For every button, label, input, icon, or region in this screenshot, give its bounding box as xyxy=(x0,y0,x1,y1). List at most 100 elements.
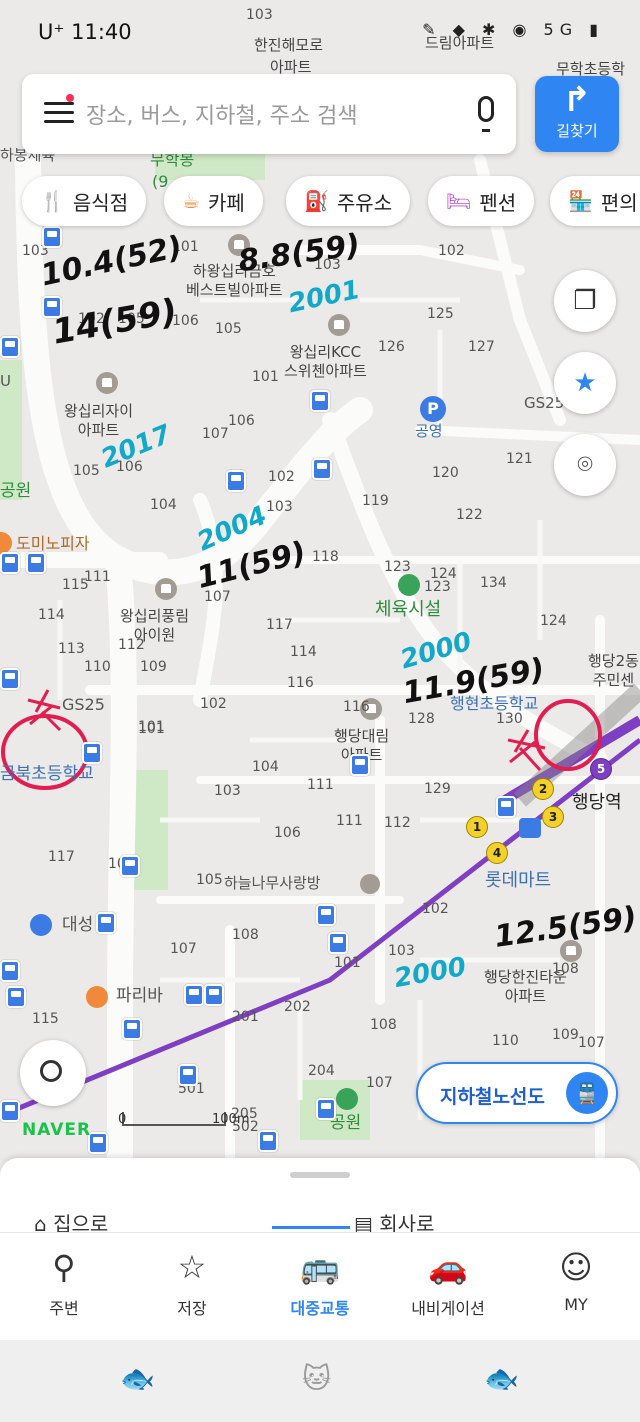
nav-navigation[interactable]: 🚗 내비게이션 xyxy=(384,1233,512,1341)
crosshair-icon xyxy=(40,1060,62,1082)
chip-convenience-store[interactable]: 🏪 편의 xyxy=(550,176,640,226)
building-label[interactable]: 왕십리KCC 스위첸아파트 xyxy=(284,343,367,381)
block-number: 109 xyxy=(552,1027,579,1043)
menu-icon[interactable] xyxy=(44,102,74,124)
bus-stop-icon[interactable] xyxy=(316,904,336,926)
block-number: 128 xyxy=(408,711,435,727)
place-marker-button[interactable]: ⌾ xyxy=(554,434,616,496)
place-label[interactable]: 체육시설 xyxy=(375,601,441,619)
favorites-button[interactable]: ★ xyxy=(554,352,616,414)
place-label[interactable]: U xyxy=(0,374,11,389)
chip-cafe[interactable]: ☕ 카페 xyxy=(164,176,263,226)
bus-stop-icon[interactable] xyxy=(0,960,20,982)
nav-saved[interactable]: ☆ 저장 xyxy=(128,1233,256,1341)
block-number: 107 xyxy=(170,941,197,957)
place-label[interactable]: 행당2동 주민센 xyxy=(588,652,639,690)
bus-stop-icon[interactable] xyxy=(0,668,20,690)
layers-button[interactable]: ❐ xyxy=(554,270,616,332)
subway-exit-3[interactable]: 3 xyxy=(542,806,564,828)
block-number: 134 xyxy=(480,575,507,591)
block-number: 111 xyxy=(307,777,334,793)
bus-stop-icon[interactable] xyxy=(6,986,26,1008)
bus-stop-icon[interactable] xyxy=(184,984,204,1006)
place-label[interactable]: 하늘나무사랑방 xyxy=(224,876,321,891)
bus-stop-icon[interactable] xyxy=(122,1018,142,1040)
fishbone-icon[interactable]: 🐟 xyxy=(484,1362,519,1395)
place-label[interactable]: 도미노피자 xyxy=(16,536,90,552)
nav-label: 주변 xyxy=(49,1299,79,1318)
bed-icon: 🛏 xyxy=(446,189,472,213)
place-label[interactable]: 금북초등학교 xyxy=(0,766,94,783)
nav-label: 대중교통 xyxy=(290,1299,350,1318)
nav-transit[interactable]: 🚌 대중교통 xyxy=(256,1233,384,1341)
building-label[interactable]: 왕십리자이 아파트 xyxy=(64,402,133,440)
cup-icon: ☕ xyxy=(182,189,200,213)
bus-stop-icon[interactable] xyxy=(120,855,140,877)
place-label[interactable]: 파리바 xyxy=(116,988,163,1005)
subway-exit-4[interactable]: 4 xyxy=(486,842,508,864)
community-icon xyxy=(360,874,380,894)
chip-pension[interactable]: 🛏 펜션 xyxy=(428,176,535,226)
place-label[interactable]: GS25 xyxy=(62,697,105,713)
bus-stop-icon[interactable] xyxy=(0,1100,20,1122)
place-label[interactable]: 공원 xyxy=(0,483,31,500)
chip-label: 음식점 xyxy=(72,190,129,215)
bus-stop-icon[interactable] xyxy=(312,458,332,480)
subway-line-5-badge[interactable]: 5 xyxy=(590,758,612,780)
sports-icon xyxy=(398,574,420,596)
bus-stop-icon[interactable] xyxy=(204,984,224,1006)
nav-nearby[interactable]: ⚲ 주변 xyxy=(0,1233,128,1341)
bus-stop-icon[interactable] xyxy=(310,390,330,412)
bus-stop-icon[interactable] xyxy=(178,1064,198,1086)
naver-logo: NAVER xyxy=(22,1120,92,1140)
current-location-button[interactable] xyxy=(20,1040,86,1106)
bus-stop-icon[interactable] xyxy=(328,932,348,954)
place-label[interactable]: 롯데마트 xyxy=(485,872,551,890)
chip-restaurant[interactable]: 🍴 음식점 xyxy=(22,176,147,226)
bakery-icon xyxy=(86,986,108,1008)
directions-button[interactable]: ↱ 길찾기 xyxy=(535,76,619,152)
microphone-icon[interactable] xyxy=(478,96,494,132)
turn-right-arrow-icon: ↱ xyxy=(562,80,592,120)
block-number: 126 xyxy=(378,339,405,355)
sheet-drag-handle[interactable] xyxy=(290,1172,350,1178)
bus-stop-icon[interactable] xyxy=(258,1130,278,1152)
nav-label: 저장 xyxy=(177,1299,207,1318)
bus-stop-icon[interactable] xyxy=(0,552,20,574)
subway-exit-2[interactable]: 2 xyxy=(532,778,554,800)
bus-stop-icon[interactable] xyxy=(496,796,516,818)
search-input[interactable]: 장소, 버스, 지하철, 주소 검색 xyxy=(86,98,358,130)
block-number: 102 xyxy=(422,901,449,917)
station-label[interactable]: 행당역 xyxy=(572,794,622,812)
place-icon xyxy=(30,914,52,936)
place-label[interactable]: 대성 xyxy=(62,917,93,934)
map-view[interactable]: 103 한진해모로 아파트 드림아파트 무학초등학 무학봉 무학 (9 하봉체육… xyxy=(0,0,640,1160)
bus-stop-icon[interactable] xyxy=(316,1098,336,1120)
cat-icon[interactable]: 🐱 xyxy=(302,1362,331,1395)
block-number: 108 xyxy=(370,1017,397,1033)
chip-label: 편의 xyxy=(600,190,638,215)
bus-stop-icon[interactable] xyxy=(96,912,116,934)
subway-exit-1[interactable]: 1 xyxy=(466,816,488,838)
block-number: 110 xyxy=(492,1033,519,1049)
chip-gas-station[interactable]: ⛽ 주유소 xyxy=(286,176,411,226)
bus-stop-icon[interactable] xyxy=(82,742,102,764)
bus-icon: 🚌 xyxy=(300,1248,340,1286)
scale-start-label: 0 xyxy=(118,1112,127,1127)
bus-stop-icon[interactable] xyxy=(26,552,46,574)
bus-stop-icon[interactable] xyxy=(42,226,62,248)
block-number: 113 xyxy=(58,641,85,657)
bottom-sheet[interactable]: ⌂ 집으로 ▤ 회사로 xyxy=(0,1158,640,1238)
fishbone-icon[interactable]: 🐟 xyxy=(120,1362,155,1395)
block-number: 120 xyxy=(432,465,459,481)
bus-stop-icon[interactable] xyxy=(350,754,370,776)
block-number: 129 xyxy=(424,781,451,797)
bus-stop-icon[interactable] xyxy=(0,336,20,358)
train-icon: 🚆 xyxy=(566,1072,608,1114)
search-bar[interactable]: 장소, 버스, 지하철, 주소 검색 xyxy=(22,74,516,154)
nav-my[interactable]: ☺ MY xyxy=(512,1233,640,1341)
bus-stop-icon[interactable] xyxy=(226,470,246,492)
subway-map-button[interactable]: 지하철노선도 🚆 xyxy=(416,1062,618,1124)
place-label[interactable]: 공영 xyxy=(415,424,443,439)
block-number: 123 xyxy=(384,559,411,575)
